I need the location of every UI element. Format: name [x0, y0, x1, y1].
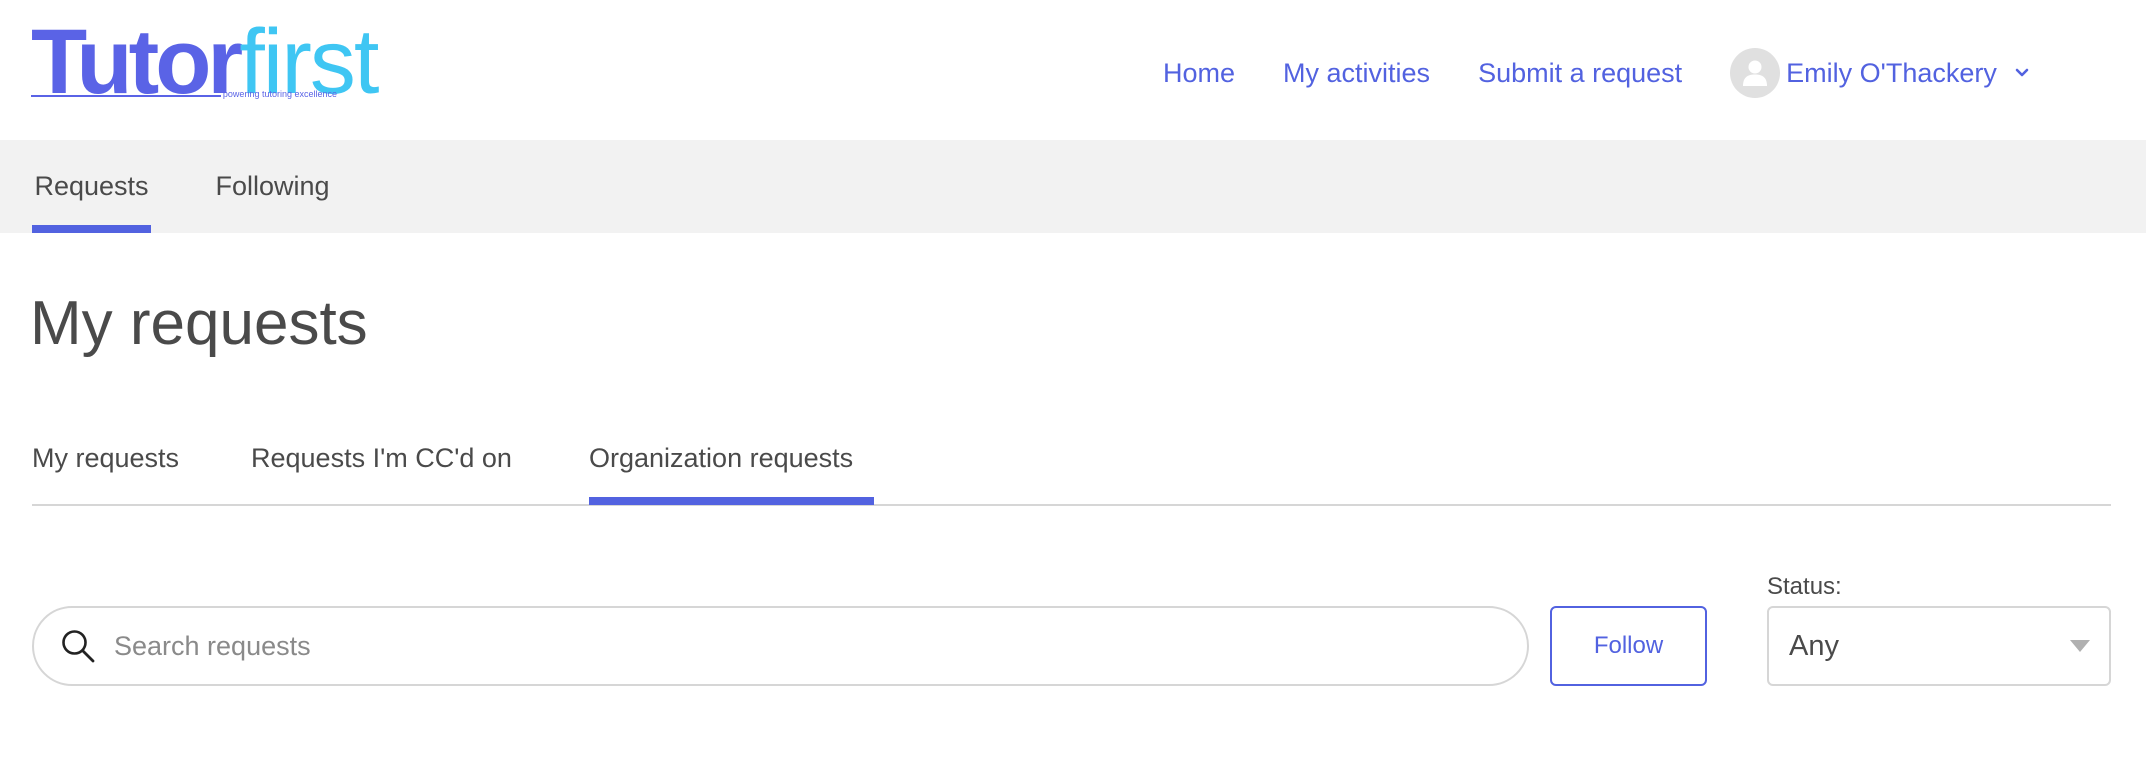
user-menu[interactable]: Emily O'Thackery: [1730, 48, 2029, 98]
chevron-down-icon: [2015, 68, 2029, 78]
search-icon: [60, 628, 96, 664]
user-name: Emily O'Thackery: [1786, 57, 1997, 88]
logo-underline: [31, 95, 221, 97]
site-header: Tutorfirst powering tutoring excellence …: [0, 0, 2146, 140]
logo-tagline: powering tutoring excellence: [222, 89, 337, 99]
tutorfirst-logo[interactable]: Tutorfirst powering tutoring excellence: [31, 16, 379, 108]
nav-link-home[interactable]: Home: [1163, 56, 1235, 90]
follow-button[interactable]: Follow: [1550, 606, 1707, 686]
tab-my-requests[interactable]: My requests: [32, 432, 179, 484]
nav-link-my-activities[interactable]: My activities: [1283, 56, 1430, 90]
search-box[interactable]: [32, 606, 1529, 686]
request-tabs: My requests Requests I'm CC'd on Organiz…: [32, 432, 2111, 506]
search-input[interactable]: [114, 616, 1527, 676]
user-avatar-icon: [1730, 48, 1781, 98]
logo-word-part-1: Tutor: [31, 11, 243, 113]
caret-down-icon: [2069, 639, 2091, 653]
tab-organization-requests[interactable]: Organization requests: [589, 432, 853, 484]
status-selected-value: Any: [1789, 629, 1839, 662]
status-filter-label: Status:: [1767, 573, 1842, 600]
subnav-tab-following[interactable]: Following: [211, 140, 334, 233]
subnav-tab-requests[interactable]: Requests: [32, 140, 151, 233]
top-navigation: Home My activities Submit a request Emil…: [1163, 48, 2029, 98]
status-filter-select[interactable]: Any: [1767, 606, 2111, 686]
subnav-active-indicator: [32, 225, 151, 233]
nav-link-submit-request[interactable]: Submit a request: [1478, 56, 1682, 90]
sub-navigation: Requests Following: [0, 140, 2146, 233]
page-title: My requests: [30, 289, 368, 358]
tab-active-indicator: [589, 497, 874, 505]
tab-requests-cc[interactable]: Requests I'm CC'd on: [251, 432, 512, 484]
